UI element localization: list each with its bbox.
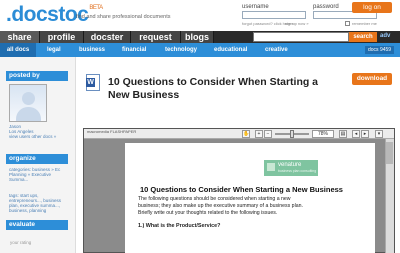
tab-blogs[interactable]: blogs: [181, 31, 214, 43]
signup-link[interactable]: signup now »: [285, 21, 309, 26]
tab-share[interactable]: share: [0, 31, 40, 43]
hand-tool-icon[interactable]: ✋: [242, 130, 250, 138]
doc-count-badge: docs 9459: [365, 46, 395, 54]
category-all-docs[interactable]: all docs: [0, 43, 36, 57]
advanced-search-link[interactable]: adv: [380, 33, 390, 39]
category-business[interactable]: business: [79, 43, 105, 57]
avatar-body-shape: [16, 107, 41, 121]
logo-subtext: business plan consulting: [278, 169, 317, 173]
tab-docster[interactable]: docster: [84, 31, 131, 43]
previous-page-icon[interactable]: ◂: [352, 130, 360, 138]
avatar[interactable]: [9, 84, 47, 122]
tagline: find and share professional documents: [76, 14, 171, 20]
print-icon[interactable]: ▤: [339, 130, 347, 138]
category-financial[interactable]: financial: [122, 43, 146, 57]
category-educational[interactable]: educational: [214, 43, 247, 57]
tab-profile[interactable]: profile: [40, 31, 84, 43]
document-title: 10 Questions to Consider When Starting a…: [108, 76, 319, 101]
search-button[interactable]: search: [349, 32, 377, 42]
paragraph-line: Briefly write out your thoughts related …: [138, 210, 278, 216]
user-docs-link[interactable]: view users other docs »: [9, 134, 56, 139]
logo-text: venature: [278, 162, 302, 168]
rating-label: your rating: [10, 240, 32, 245]
next-page-icon[interactable]: ▸: [361, 130, 369, 138]
zoom-level-field[interactable]: 78%: [312, 130, 334, 138]
word-w-glyph: W: [86, 78, 95, 87]
zoom-in-icon[interactable]: +: [255, 130, 263, 138]
username-label: username: [242, 4, 269, 10]
category-technology[interactable]: technology: [165, 43, 197, 57]
venature-logo: venature business plan consulting: [264, 160, 318, 176]
search-input[interactable]: [253, 32, 349, 42]
word-document-icon: W: [86, 74, 100, 91]
posted-by-heading: posted by: [6, 71, 68, 81]
beta-badge: BETA: [89, 5, 103, 11]
flashpaper-label: macromedia FLASHPAPER: [87, 129, 137, 134]
zoom-slider-handle[interactable]: [290, 130, 294, 138]
password-label: password: [313, 4, 339, 10]
category-path-line[interactable]: Summa...: [9, 177, 28, 182]
paragraph-line: business; they also make up the executiv…: [138, 203, 303, 209]
download-button[interactable]: download: [352, 73, 392, 85]
evaluate-heading: evaluate: [6, 220, 68, 230]
viewer-menu-icon[interactable]: ▾: [375, 130, 383, 138]
username-input[interactable]: [242, 11, 306, 19]
logo-square-shape: [267, 163, 275, 171]
viewer-scrollbar-thumb[interactable]: [386, 142, 393, 164]
remember-me-label: remember me: [352, 21, 377, 26]
page-heading: 10 Questions to Consider When Starting a…: [140, 185, 343, 194]
tags-line[interactable]: business, planning: [9, 208, 46, 213]
zoom-out-icon[interactable]: −: [264, 130, 272, 138]
avatar-head-shape: [22, 92, 35, 105]
tab-request[interactable]: request: [131, 31, 181, 43]
category-creative[interactable]: creative: [265, 43, 288, 57]
organize-heading: organize: [6, 154, 68, 164]
question-heading: 1.) What is the Product/Service?: [138, 223, 221, 229]
remember-me-checkbox[interactable]: [345, 21, 350, 26]
paragraph-line: The following questions should be consid…: [138, 196, 291, 202]
login-button[interactable]: log on: [352, 2, 392, 13]
category-legal[interactable]: legal: [47, 43, 61, 57]
